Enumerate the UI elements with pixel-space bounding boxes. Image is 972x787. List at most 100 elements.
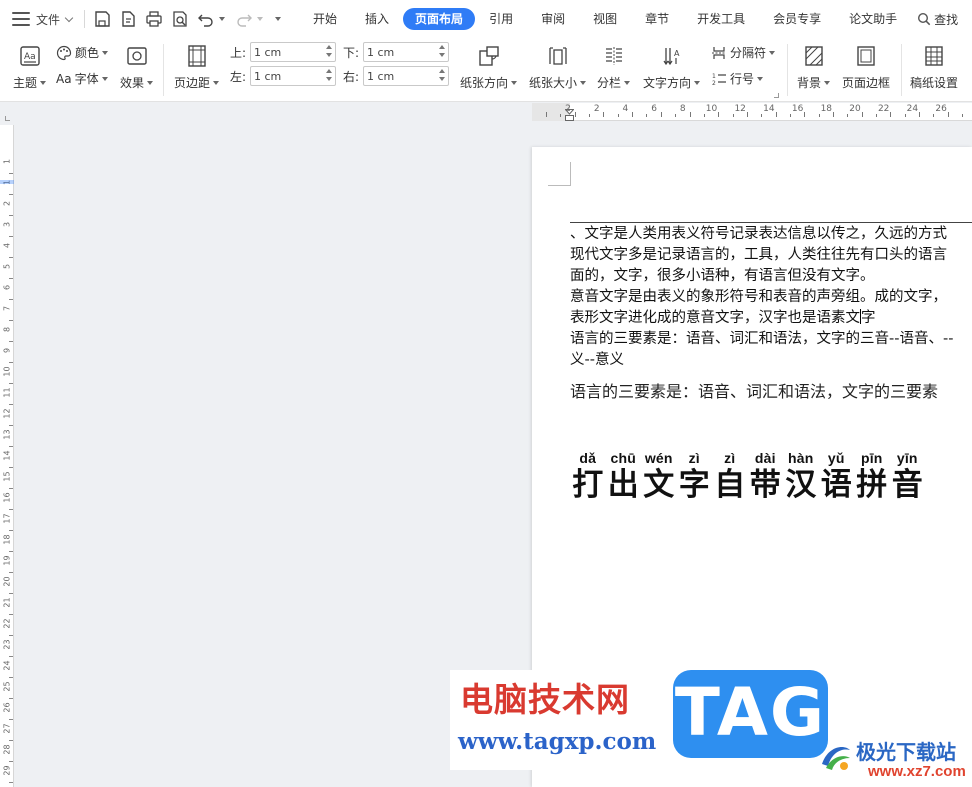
ruler-tick (703, 114, 705, 117)
theme-icon: Aa (18, 44, 42, 68)
paper-size-button[interactable]: 纸张大小 (529, 44, 587, 91)
watermark-site-name: 电脑技术网 (460, 680, 630, 719)
line-number-button[interactable]: 12 行号 (711, 70, 764, 87)
quick-access-more-icon[interactable] (275, 17, 282, 21)
margins-button[interactable]: 页边距 (174, 44, 220, 91)
document-body[interactable]: 、文字是人类用表义符号记录表达信息以传之，久远的方式 现代文字多是记录语言的，工… (570, 224, 972, 371)
page-border-icon (854, 44, 878, 68)
ruler-number: 25 (2, 681, 12, 692)
tab-developer[interactable]: 开发工具 (683, 8, 759, 30)
ruler-number: 9 (2, 347, 12, 354)
vertical-ruler[interactable]: 1 1 2 3 4 5 6 7 8 9 10 11 12 13 14 15 16 17 18 19 20 21 22 23 24… (0, 125, 14, 787)
ruler-tick (861, 112, 863, 117)
dropdown-arrow-icon (824, 80, 831, 85)
margin-bottom-input[interactable]: 1 cm (363, 42, 449, 62)
pinyin-title: dǎ 打 chū 出 wén 文 zì 字 zì 自 dài 带 hàn 汉 yǔ 语 pīn 拼 yīn 音 (570, 449, 925, 503)
tab-references[interactable]: 引用 (475, 8, 527, 30)
ruler-number: 11 (2, 387, 12, 398)
margin-top-input[interactable]: 1 cm (250, 42, 336, 62)
pinyin-char: yǔ 语 (819, 449, 855, 503)
page-setup-launcher-icon[interactable] (774, 93, 779, 98)
tab-review[interactable]: 审阅 (527, 8, 579, 30)
ruler-number: 1 (2, 158, 12, 165)
paragraph-line-with-cursor: 表形文字进化成的意音文字，汉字也是语素文字 (570, 309, 876, 326)
effect-label: 效果 (120, 76, 145, 90)
ruler-tick (904, 114, 906, 117)
ruler-number: 16 (791, 104, 804, 114)
dropdown-arrow-icon (580, 80, 587, 85)
divider (84, 10, 86, 28)
color-button[interactable]: 颜色 (56, 44, 109, 61)
font-button[interactable]: Aa 字体 (56, 70, 108, 87)
margin-top-spinner: 上: 1 cm (230, 42, 336, 62)
ruler-tick (660, 112, 662, 117)
ruler-number: 14 (763, 104, 775, 114)
page-border-button[interactable]: 页面边框 (842, 44, 890, 91)
margin-left-label: 左: (230, 69, 247, 84)
tab-view[interactable]: 视图 (579, 8, 631, 30)
tab-member[interactable]: 会员专享 (759, 8, 835, 30)
hanzi-character: 带 (749, 467, 781, 503)
paragraph-line: 义--意义 (570, 352, 624, 368)
ruler-tick (9, 509, 13, 510)
search-button[interactable]: 查找 (917, 11, 958, 28)
margin-right-input[interactable]: 1 cm (363, 66, 449, 86)
manuscript-grid-icon (922, 44, 946, 68)
hanzi-character: 文 (643, 467, 675, 503)
print-icon[interactable] (143, 8, 165, 30)
redo-icon[interactable] (233, 8, 255, 30)
orientation-button[interactable]: 纸张方向 (460, 44, 518, 91)
text-direction-icon: A (660, 44, 684, 68)
margin-left-input[interactable]: 1 cm (250, 66, 336, 86)
pinyin-annotation: dǎ (579, 450, 597, 466)
columns-button[interactable]: 分栏 (597, 44, 631, 91)
line-number-label: 行号 (730, 72, 755, 86)
undo-icon[interactable] (195, 8, 217, 30)
pinyin-char: hàn 汉 (783, 449, 819, 503)
ruler-tick (9, 719, 13, 720)
font-aa-icon: Aa (56, 71, 72, 86)
undo-dropdown-icon[interactable] (219, 17, 226, 21)
paragraph-line: 现代文字多是记录语言的，工具，人类往往先有口头的语言 (570, 247, 947, 263)
effect-icon (125, 44, 149, 68)
background-button[interactable]: 背景 (797, 44, 831, 91)
pinyin-annotation: wén (644, 450, 673, 466)
redo-dropdown-icon[interactable] (257, 17, 264, 21)
manuscript-settings-button[interactable]: 稿纸设置 (910, 44, 958, 91)
horizontal-ruler[interactable]: 2 2 4 6 8 10 12 14 16 18 20 22 24 26 (532, 103, 972, 121)
tab-page-layout[interactable]: 页面布局 (403, 8, 476, 30)
ruler-tick (9, 404, 13, 405)
save-icon[interactable] (91, 8, 113, 30)
tab-paper-assistant[interactable]: 论文助手 (835, 8, 911, 30)
separator-button[interactable]: 分隔符 (711, 44, 776, 61)
svg-text:1: 1 (712, 73, 716, 80)
ruler-tick (9, 194, 13, 195)
print-preview-icon[interactable] (169, 8, 191, 30)
background-icon (802, 44, 826, 68)
text-direction-button[interactable]: A 文字方向 (643, 44, 701, 91)
line-number-icon: 12 (712, 73, 726, 87)
hanzi-character: 音 (891, 467, 923, 503)
export-pdf-icon[interactable] (117, 8, 139, 30)
tab-section[interactable]: 章节 (631, 8, 683, 30)
pinyin-annotation: zì (724, 450, 736, 466)
tab-home[interactable]: 开始 (299, 8, 351, 30)
manuscript-settings-label: 稿纸设置 (910, 76, 959, 90)
ruler-tick (804, 112, 806, 117)
theme-button[interactable]: Aa 主题 (13, 44, 47, 91)
pinyin-annotation: yǔ (827, 450, 845, 466)
hanzi-character: 打 (572, 467, 604, 503)
ruler-tick (9, 467, 13, 468)
file-menu[interactable]: 文件 (0, 0, 80, 38)
effect-button[interactable]: 效果 (120, 44, 154, 91)
ruler-tick (9, 488, 13, 489)
margin-top-label: 上: (230, 45, 247, 60)
ruler-number: 10 (705, 104, 718, 114)
dropdown-arrow-icon (694, 80, 701, 85)
ribbon-toolbar: Aa 主题 颜色 Aa 字体 效果 页边距 上: 1 cm 左: 1 cm 下:… (0, 38, 972, 102)
tab-insert[interactable]: 插入 (351, 8, 403, 30)
hanzi-character: 出 (607, 467, 639, 503)
paragraph-line: 、文字是人类用表义符号记录表达信息以传之，久远的方式 (570, 226, 947, 242)
ruler-tick (746, 112, 748, 117)
ruler-number: 17 (2, 513, 12, 524)
